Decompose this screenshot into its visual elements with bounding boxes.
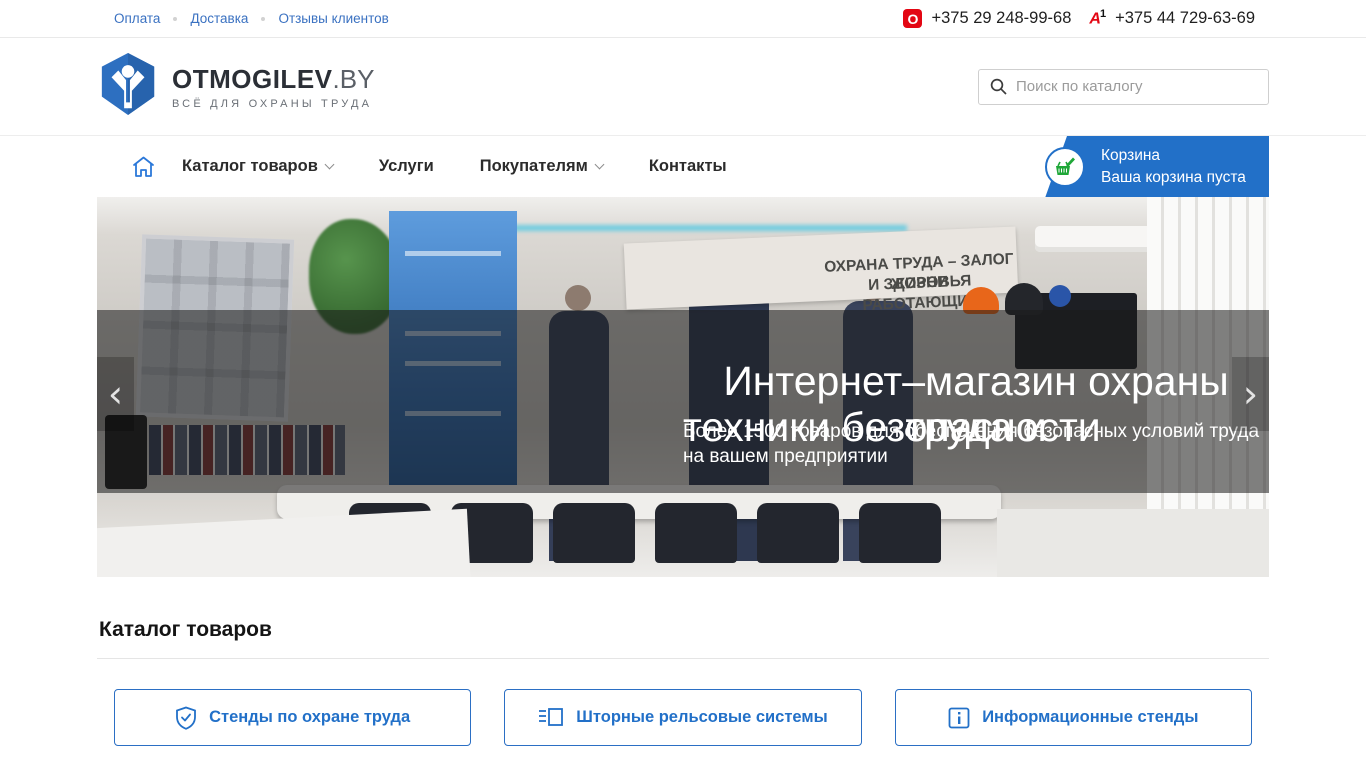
basket-icon xyxy=(1053,155,1077,179)
logo-name: OTMOGILEV xyxy=(172,64,333,94)
phone-a1: A1 +375 44 729-63-69 xyxy=(1089,9,1255,28)
header: OTMOGILEV.BY ВСЁ ДЛЯ ОХРАНЫ ТРУДА xyxy=(0,38,1366,135)
search-input[interactable] xyxy=(1016,78,1257,95)
nav-item-catalog[interactable]: Каталог товаров xyxy=(182,157,333,176)
cart-status: Ваша корзина пуста xyxy=(1101,167,1246,189)
dot-separator xyxy=(261,17,265,21)
main-nav: Каталог товаров Услуги Покупателям Конта… xyxy=(0,135,1366,197)
phone-number: +375 44 729-63-69 xyxy=(1115,9,1255,28)
phone-mts: O +375 29 248-99-68 xyxy=(903,9,1071,28)
logo-text: OTMOGILEV.BY ВСЁ ДЛЯ ОХРАНЫ ТРУДА xyxy=(172,64,374,110)
hero-text-overlay: Интернет–магазин охраны труда и техники … xyxy=(97,310,1269,493)
a1-carrier-icon: A1 xyxy=(1089,9,1106,27)
phone-number: +375 29 248-99-68 xyxy=(931,9,1071,28)
home-icon xyxy=(131,155,156,179)
catalog-section: Каталог товаров Стенды по охране труда Ш… xyxy=(97,577,1269,746)
nav-item-services[interactable]: Услуги xyxy=(379,157,434,176)
dot-separator xyxy=(173,17,177,21)
photo-safety-sign: ОХРАНА ТРУДА – ЗАЛОГ ЖИЗНИ И ЗДОРОВЬЯ РА… xyxy=(624,226,1019,309)
cart-title: Корзина xyxy=(1101,145,1246,167)
catalog-search xyxy=(978,69,1269,105)
logo-domain: .BY xyxy=(333,64,375,94)
photo-person-head xyxy=(565,285,591,311)
shield-check-icon xyxy=(175,706,197,730)
topbar-links: Оплата Доставка Отзывы клиентов xyxy=(97,11,389,26)
nav-item-customers[interactable]: Покупателям xyxy=(480,157,603,176)
slider-prev-button[interactable]: ‹ xyxy=(97,357,134,431)
topbar-link-payment[interactable]: Оплата xyxy=(114,11,160,26)
slider-next-button[interactable]: › xyxy=(1232,357,1269,431)
curtain-rail-icon xyxy=(538,707,564,729)
nav-item-contacts[interactable]: Контакты xyxy=(649,157,727,176)
category-button-rails[interactable]: Шторные рельсовые системы xyxy=(504,689,861,746)
logo-shield-icon xyxy=(97,52,159,121)
photo-blue-item xyxy=(1049,285,1071,307)
category-buttons: Стенды по охране труда Шторные рельсовые… xyxy=(97,659,1269,746)
cart-icon-circle xyxy=(1045,147,1085,187)
catalog-heading: Каталог товаров xyxy=(97,618,1269,642)
info-square-icon xyxy=(948,707,970,729)
site-logo[interactable]: OTMOGILEV.BY ВСЁ ДЛЯ ОХРАНЫ ТРУДА xyxy=(97,52,374,121)
nav-items: Каталог товаров Услуги Покупателям Конта… xyxy=(182,157,727,176)
category-button-info-stands[interactable]: Информационные стенды xyxy=(895,689,1252,746)
topbar-link-reviews[interactable]: Отзывы клиентов xyxy=(278,11,388,26)
cart-texts: Корзина Ваша корзина пуста xyxy=(1101,145,1246,189)
topbar: Оплата Доставка Отзывы клиентов O +375 2… xyxy=(0,0,1366,38)
hero-slider: ОХРАНА ТРУДА – ЗАЛОГ ЖИЗНИ И ЗДОРОВЬЯ РА… xyxy=(97,197,1269,577)
photo-desk xyxy=(997,509,1269,577)
topbar-link-delivery[interactable]: Доставка xyxy=(190,11,248,26)
page: Оплата Доставка Отзывы клиентов O +375 2… xyxy=(0,0,1366,768)
photo-table xyxy=(97,509,471,577)
logo-tagline: ВСЁ ДЛЯ ОХРАНЫ ТРУДА xyxy=(172,98,374,110)
chevron-down-icon xyxy=(594,160,604,170)
cart-widget[interactable]: Корзина Ваша корзина пуста xyxy=(1045,136,1269,198)
photo-air-conditioner xyxy=(1035,226,1165,252)
mts-carrier-icon: O xyxy=(903,9,922,28)
category-button-stands[interactable]: Стенды по охране труда xyxy=(114,689,471,746)
home-button[interactable] xyxy=(131,155,156,179)
search-icon xyxy=(990,78,1007,95)
chevron-down-icon xyxy=(324,160,334,170)
phone-numbers: O +375 29 248-99-68 A1 +375 44 729-63-69 xyxy=(903,9,1269,28)
